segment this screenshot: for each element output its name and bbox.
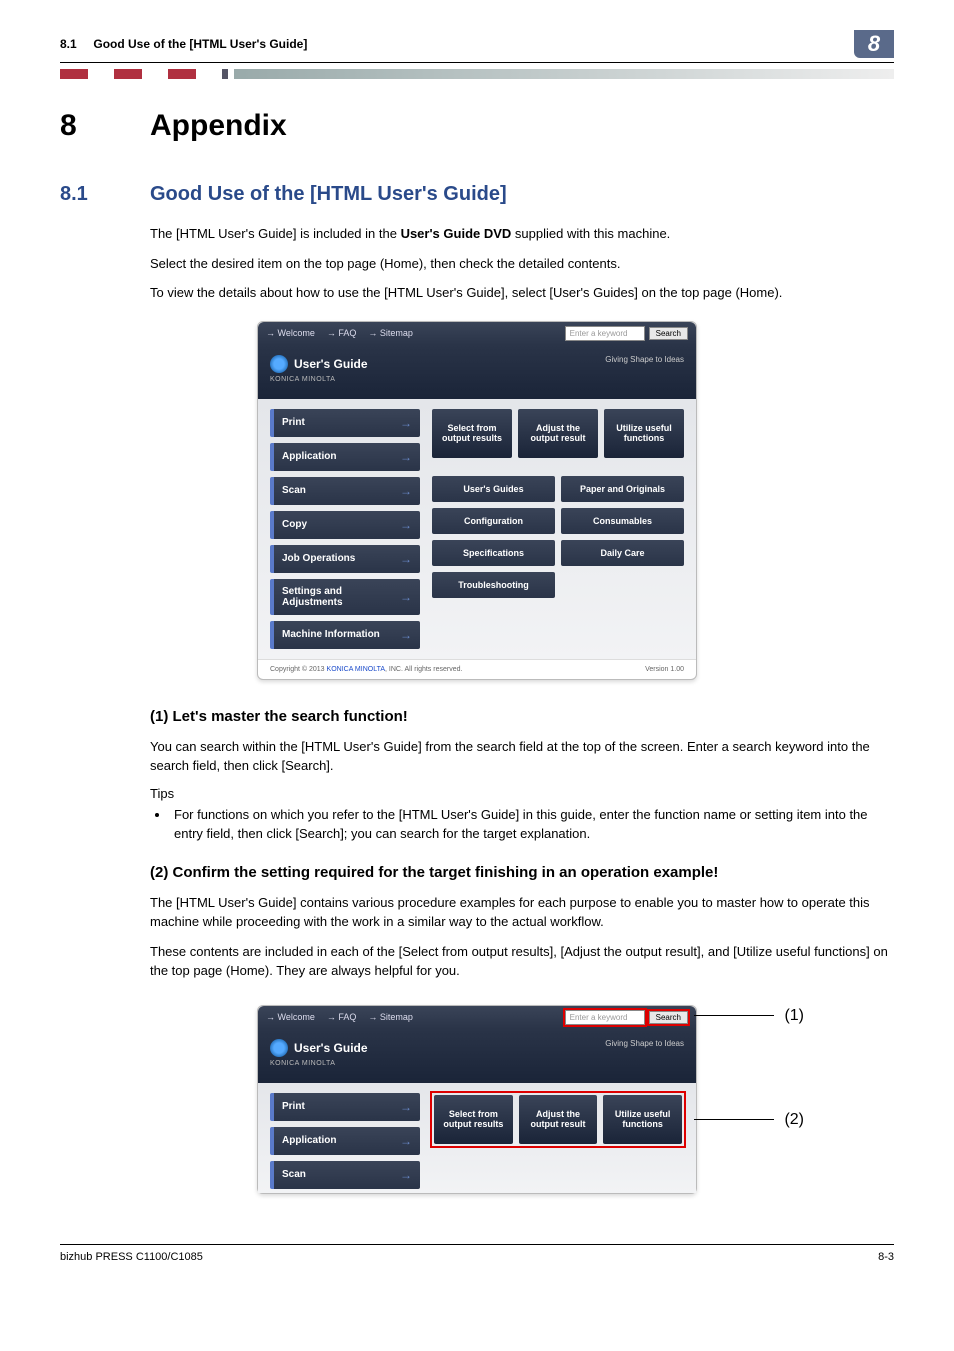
chevron-right-icon: → bbox=[400, 628, 412, 642]
ss-left-nav: Print→ Application→ Scan→ Copy→ Job Oper… bbox=[270, 409, 420, 649]
section-name: Good Use of the [HTML User's Guide] bbox=[150, 183, 507, 206]
screenshot-full: → Welcome → FAQ → Sitemap Enter a keywor… bbox=[257, 321, 697, 680]
copyright: Copyright © 2013 KONICA MINOLTA, INC. Al… bbox=[270, 666, 462, 673]
chapter-badge: 8 bbox=[854, 30, 894, 58]
chapter-name: Appendix bbox=[150, 109, 287, 143]
tagline: Giving Shape to Ideas bbox=[605, 355, 684, 364]
callout-line-1 bbox=[694, 1015, 774, 1016]
nav-scan[interactable]: Scan→ bbox=[270, 1161, 420, 1189]
nav-print[interactable]: Print→ bbox=[270, 1093, 420, 1121]
chapter-title: 8 Appendix bbox=[60, 109, 894, 143]
tile-utilize-hl[interactable]: Utilize useful functions bbox=[603, 1095, 682, 1145]
chevron-right-icon: → bbox=[400, 590, 412, 604]
screenshot-partial: → Welcome → FAQ → Sitemap Enter a keywor… bbox=[257, 1005, 697, 1194]
nav-settings[interactable]: Settings and Adjustments→ bbox=[270, 579, 420, 615]
nav-welcome[interactable]: → Welcome bbox=[266, 328, 315, 338]
tile-users-guides[interactable]: User's Guides bbox=[432, 476, 555, 502]
search-button[interactable]: Search bbox=[649, 327, 688, 340]
screenshot-callout-wrap: → Welcome → FAQ → Sitemap Enter a keywor… bbox=[60, 991, 894, 1194]
brand-text: KONICA MINOLTA bbox=[270, 376, 684, 383]
tile-adjust-hl[interactable]: Adjust the output result bbox=[519, 1095, 598, 1145]
callout-line-2 bbox=[694, 1119, 774, 1120]
nav-application[interactable]: Application→ bbox=[270, 1127, 420, 1155]
page-header: 8.1 Good Use of the [HTML User's Guide] … bbox=[60, 30, 894, 63]
tile-select-from[interactable]: Select from output results bbox=[432, 409, 512, 459]
chapter-num: 8 bbox=[60, 109, 150, 143]
chevron-right-icon: → bbox=[400, 518, 412, 532]
tile-select-from-hl[interactable]: Select from output results bbox=[434, 1095, 513, 1145]
sub2-p1: The [HTML User's Guide] contains various… bbox=[150, 893, 894, 932]
nav-welcome[interactable]: → Welcome bbox=[266, 1012, 315, 1022]
tile-paper[interactable]: Paper and Originals bbox=[561, 476, 684, 502]
decorative-color-bar bbox=[60, 69, 894, 79]
ss-body-2: Print→ Application→ Scan→ Select from ou… bbox=[258, 1083, 696, 1193]
nav-copy[interactable]: Copy→ bbox=[270, 511, 420, 539]
tagline: Giving Shape to Ideas bbox=[605, 1039, 684, 1048]
tips-label: Tips bbox=[150, 786, 894, 801]
section-num: 8.1 bbox=[60, 183, 150, 206]
logo-icon bbox=[270, 1039, 288, 1057]
tile-consumables[interactable]: Consumables bbox=[561, 508, 684, 534]
search-input[interactable]: Enter a keyword bbox=[565, 326, 645, 341]
header-section-title: Good Use of the [HTML User's Guide] bbox=[93, 37, 307, 51]
search-input-highlighted[interactable]: Enter a keyword bbox=[565, 1010, 645, 1025]
brand-text: KONICA MINOLTA bbox=[270, 1060, 684, 1067]
header-num: 8.1 bbox=[60, 37, 77, 51]
logo-icon bbox=[270, 355, 288, 373]
version: Version 1.00 bbox=[645, 666, 684, 673]
chevron-right-icon: → bbox=[400, 1168, 412, 1182]
sub2-p2: These contents are included in each of t… bbox=[150, 942, 894, 981]
tile-troubleshoot[interactable]: Troubleshooting bbox=[432, 572, 555, 598]
copyright-link[interactable]: KONICA MINOLTA bbox=[327, 666, 385, 673]
search-button-highlighted[interactable]: Search bbox=[649, 1011, 688, 1024]
footer-left: bizhub PRESS C1100/C1085 bbox=[60, 1251, 203, 1263]
ss-header: Giving Shape to Ideas User's Guide KONIC… bbox=[258, 345, 696, 399]
ss-right-panel: Select from output results Adjust the ou… bbox=[432, 409, 684, 649]
chevron-right-icon: → bbox=[400, 416, 412, 430]
ss-topbar: → Welcome → FAQ → Sitemap Enter a keywor… bbox=[258, 322, 696, 345]
page-footer: bizhub PRESS C1100/C1085 8-3 bbox=[60, 1244, 894, 1263]
callout-1: (1) bbox=[784, 1007, 804, 1025]
nav-sitemap[interactable]: → Sitemap bbox=[368, 328, 413, 338]
nav-job-operations[interactable]: Job Operations→ bbox=[270, 545, 420, 573]
chevron-right-icon: → bbox=[400, 1134, 412, 1148]
tile-config[interactable]: Configuration bbox=[432, 508, 555, 534]
ss-footer: Copyright © 2013 KONICA MINOLTA, INC. Al… bbox=[258, 659, 696, 679]
ss-left-nav-2: Print→ Application→ Scan→ bbox=[270, 1093, 420, 1189]
ss-body: Print→ Application→ Scan→ Copy→ Job Oper… bbox=[258, 399, 696, 659]
header-text: 8.1 Good Use of the [HTML User's Guide] bbox=[60, 37, 854, 51]
tile-adjust[interactable]: Adjust the output result bbox=[518, 409, 598, 459]
sub1-p1: You can search within the [HTML User's G… bbox=[150, 737, 894, 776]
intro-p1: The [HTML User's Guide] is included in t… bbox=[150, 224, 894, 244]
tile-daily-care[interactable]: Daily Care bbox=[561, 540, 684, 566]
logo-text: User's Guide bbox=[294, 1041, 368, 1055]
callout-2: (2) bbox=[784, 1111, 804, 1129]
logo-text: User's Guide bbox=[294, 357, 368, 371]
nav-machine-info[interactable]: Machine Information→ bbox=[270, 621, 420, 649]
footer-right: 8-3 bbox=[878, 1251, 894, 1263]
nav-faq[interactable]: → FAQ bbox=[327, 328, 357, 338]
chevron-right-icon: → bbox=[400, 484, 412, 498]
nav-print[interactable]: Print→ bbox=[270, 409, 420, 437]
tips-list: For functions on which you refer to the … bbox=[170, 805, 894, 844]
chevron-right-icon: → bbox=[400, 1100, 412, 1114]
section-title: 8.1 Good Use of the [HTML User's Guide] bbox=[60, 183, 894, 206]
ss-right-panel-2: Select from output results Adjust the ou… bbox=[432, 1093, 684, 1189]
tile-utilize[interactable]: Utilize useful functions bbox=[604, 409, 684, 459]
tip-item: For functions on which you refer to the … bbox=[170, 805, 894, 844]
sub1-title: (1) Let's master the search function! bbox=[150, 708, 894, 725]
nav-application[interactable]: Application→ bbox=[270, 443, 420, 471]
chevron-right-icon: → bbox=[400, 552, 412, 566]
ss-topbar-2: → Welcome → FAQ → Sitemap Enter a keywor… bbox=[258, 1006, 696, 1029]
nav-sitemap[interactable]: → Sitemap bbox=[368, 1012, 413, 1022]
chevron-right-icon: → bbox=[400, 450, 412, 464]
nav-scan[interactable]: Scan→ bbox=[270, 477, 420, 505]
ss-header-2: Giving Shape to Ideas User's Guide KONIC… bbox=[258, 1029, 696, 1083]
intro-p3: To view the details about how to use the… bbox=[150, 283, 894, 303]
nav-faq[interactable]: → FAQ bbox=[327, 1012, 357, 1022]
tile-specs[interactable]: Specifications bbox=[432, 540, 555, 566]
sub2-title: (2) Confirm the setting required for the… bbox=[150, 864, 894, 881]
intro-p2: Select the desired item on the top page … bbox=[150, 254, 894, 274]
